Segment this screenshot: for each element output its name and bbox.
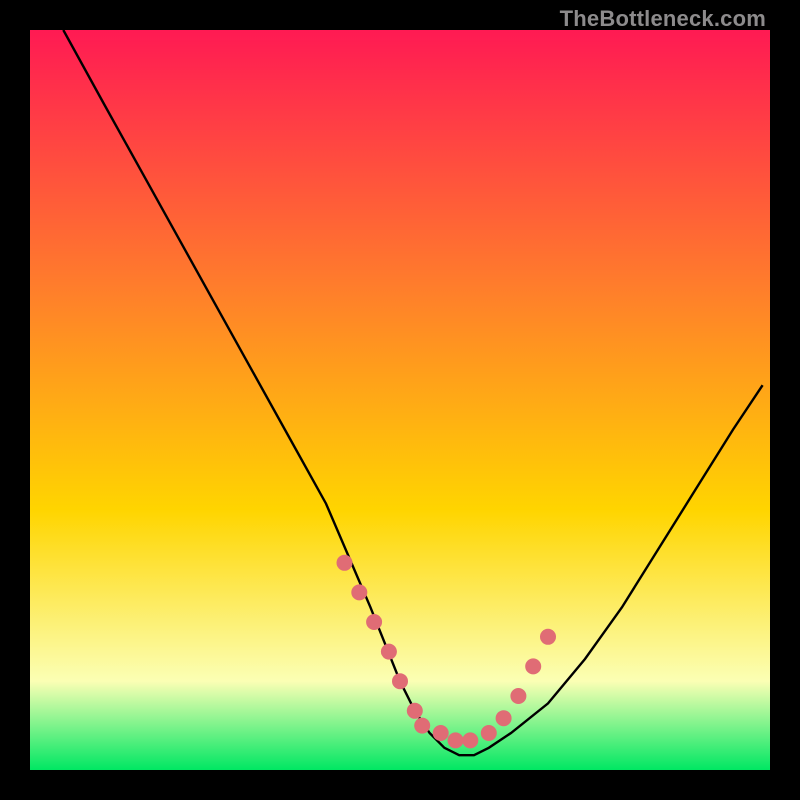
marker-point	[510, 688, 526, 704]
marker-point	[448, 732, 464, 748]
chart-frame	[30, 30, 770, 770]
marker-point	[462, 732, 478, 748]
marker-point	[366, 614, 382, 630]
marker-point	[481, 725, 497, 741]
marker-point	[392, 673, 408, 689]
gradient-background	[30, 30, 770, 770]
marker-point	[381, 644, 397, 660]
marker-point	[351, 584, 367, 600]
watermark-text: TheBottleneck.com	[560, 6, 766, 32]
marker-point	[414, 718, 430, 734]
marker-point	[337, 555, 353, 571]
bottleneck-chart	[30, 30, 770, 770]
marker-point	[496, 710, 512, 726]
marker-point	[540, 629, 556, 645]
marker-point	[525, 658, 541, 674]
marker-point	[407, 703, 423, 719]
marker-point	[433, 725, 449, 741]
